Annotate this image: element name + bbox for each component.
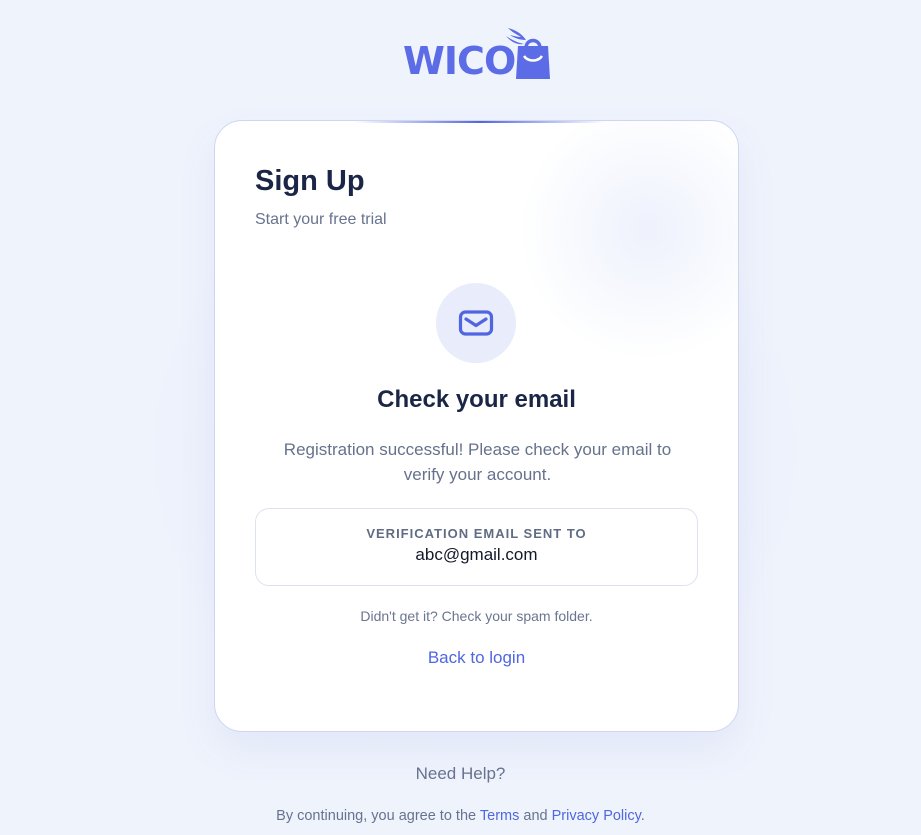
status-message: Registration successful! Please check yo… [283, 440, 672, 484]
page-title: Sign Up [255, 165, 365, 197]
sent-email-label: VERIFICATION EMAIL SENT TO [366, 526, 587, 541]
sent-email-box: VERIFICATION EMAIL SENT TO abc@gmail.com [255, 508, 698, 586]
mail-icon [458, 310, 494, 336]
back-to-login-link[interactable]: Back to login [428, 648, 525, 667]
footer-prefix: By continuing, you agree to the [276, 808, 477, 824]
signup-card: Sign Up Start your free trial Check your… [214, 120, 739, 732]
need-help-link[interactable]: Need Help? [0, 764, 921, 784]
footer-suffix: . [640, 808, 645, 824]
back-to-login-row: Back to login [215, 648, 738, 668]
sent-email-address: abc@gmail.com [415, 545, 538, 564]
mail-icon-badge [436, 283, 516, 363]
page-subtitle: Start your free trial [255, 211, 387, 228]
legal-footer: By continuing, you agree to the Terms an… [0, 808, 921, 824]
footer-and: and [523, 808, 548, 824]
brand-logo: WICO [403, 26, 553, 84]
spam-hint: Didn't get it? Check your spam folder. [360, 608, 593, 624]
privacy-policy-link[interactable]: Privacy Policy [552, 808, 641, 824]
terms-link[interactable]: Terms [480, 808, 519, 824]
card-sheen [518, 121, 738, 361]
winged-shopping-bag-icon [506, 28, 550, 79]
brand-name: WICO [403, 39, 516, 83]
card-accent-line [355, 121, 605, 123]
status-heading: Check your email [377, 386, 576, 413]
